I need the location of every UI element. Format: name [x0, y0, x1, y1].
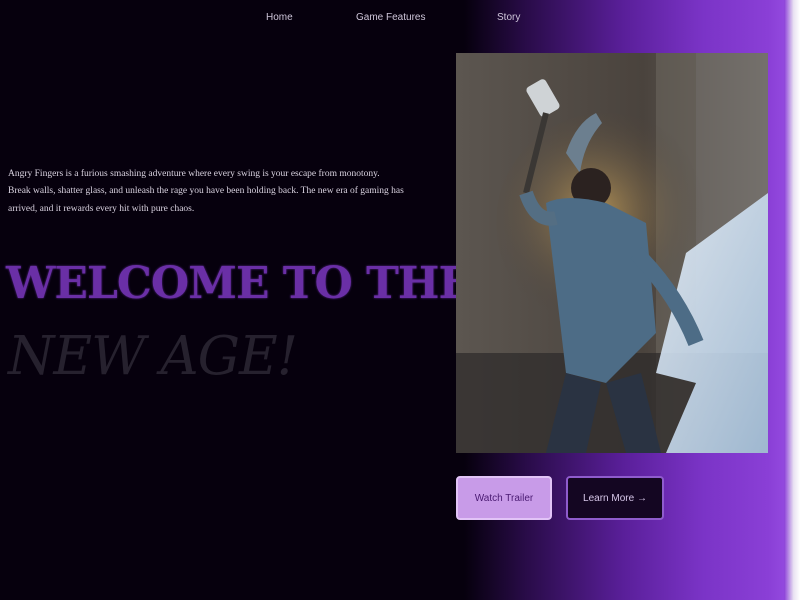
nav-link-story[interactable]: Story [497, 12, 520, 23]
hero-image [456, 53, 768, 453]
top-navigation: Home Game Features Story [0, 8, 800, 30]
watch-trailer-button[interactable]: Watch Trailer [456, 476, 552, 520]
window-edge [784, 0, 800, 600]
hero-intro-text: Angry Fingers is a furious smashing adve… [8, 168, 404, 214]
learn-more-button[interactable]: Learn More → [566, 476, 664, 520]
nav-link-home[interactable]: Home [266, 12, 293, 23]
nav-link-game-features[interactable]: Game Features [356, 12, 425, 23]
hero-subheadline: NEW AGE! [8, 326, 298, 387]
hero-headline: WELCOME TO THE [6, 258, 472, 309]
man-smashing-wall-illustration [456, 53, 768, 453]
